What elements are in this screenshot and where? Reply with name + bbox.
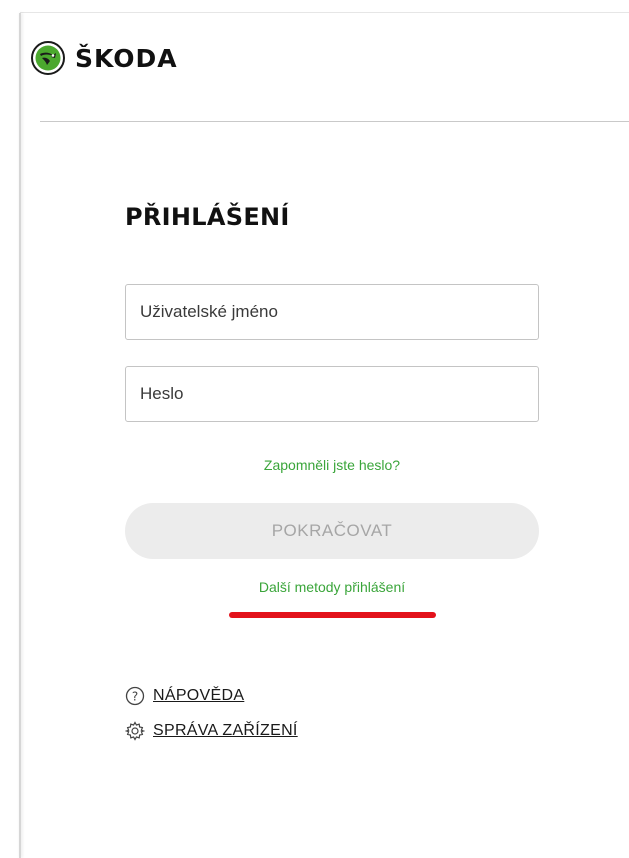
device-management-link[interactable]: SPRÁVA ZAŘÍZENÍ	[153, 722, 298, 740]
brand-logo[interactable]: ŠKODA	[31, 41, 178, 75]
header-divider	[40, 121, 629, 122]
other-login-methods-link[interactable]: Další metody přihlášení	[125, 579, 539, 595]
window-left-border	[19, 13, 21, 858]
gear-icon	[125, 721, 145, 741]
window-top-border	[20, 12, 629, 13]
forgot-password-link[interactable]: Zapomněli jste heslo?	[125, 457, 539, 473]
help-link[interactable]: NÁPOVĚDA	[153, 687, 244, 705]
login-page: ŠKODA PŘIHLÁŠENÍ Zapomněli jste heslo? P…	[0, 0, 629, 858]
skoda-winged-arrow-icon	[31, 41, 65, 75]
red-highlight-underline	[229, 612, 436, 618]
question-circle-icon: ?	[125, 686, 145, 706]
brand-name: ŠKODA	[75, 43, 178, 73]
page-title: PŘIHLÁŠENÍ	[125, 203, 290, 231]
svg-text:?: ?	[132, 690, 138, 704]
device-management-link-row[interactable]: SPRÁVA ZAŘÍZENÍ	[125, 721, 298, 741]
continue-button[interactable]: POKRAČOVAT	[125, 503, 539, 559]
username-field[interactable]	[125, 284, 539, 340]
help-link-row[interactable]: ? NÁPOVĚDA	[125, 686, 244, 706]
password-field[interactable]	[125, 366, 539, 422]
